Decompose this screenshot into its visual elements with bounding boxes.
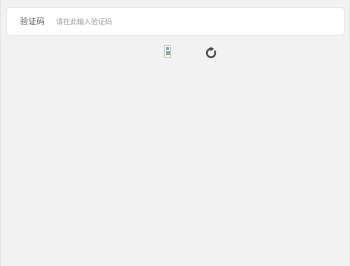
page-background: 验证码 bbox=[0, 0, 350, 266]
refresh-icon bbox=[205, 46, 217, 59]
captcha-image[interactable] bbox=[164, 45, 171, 58]
captcha-label: 验证码 bbox=[20, 17, 45, 26]
captcha-input[interactable] bbox=[56, 12, 326, 31]
captcha-field-row: 验证码 bbox=[7, 8, 344, 35]
refresh-captcha-button[interactable] bbox=[204, 45, 218, 59]
